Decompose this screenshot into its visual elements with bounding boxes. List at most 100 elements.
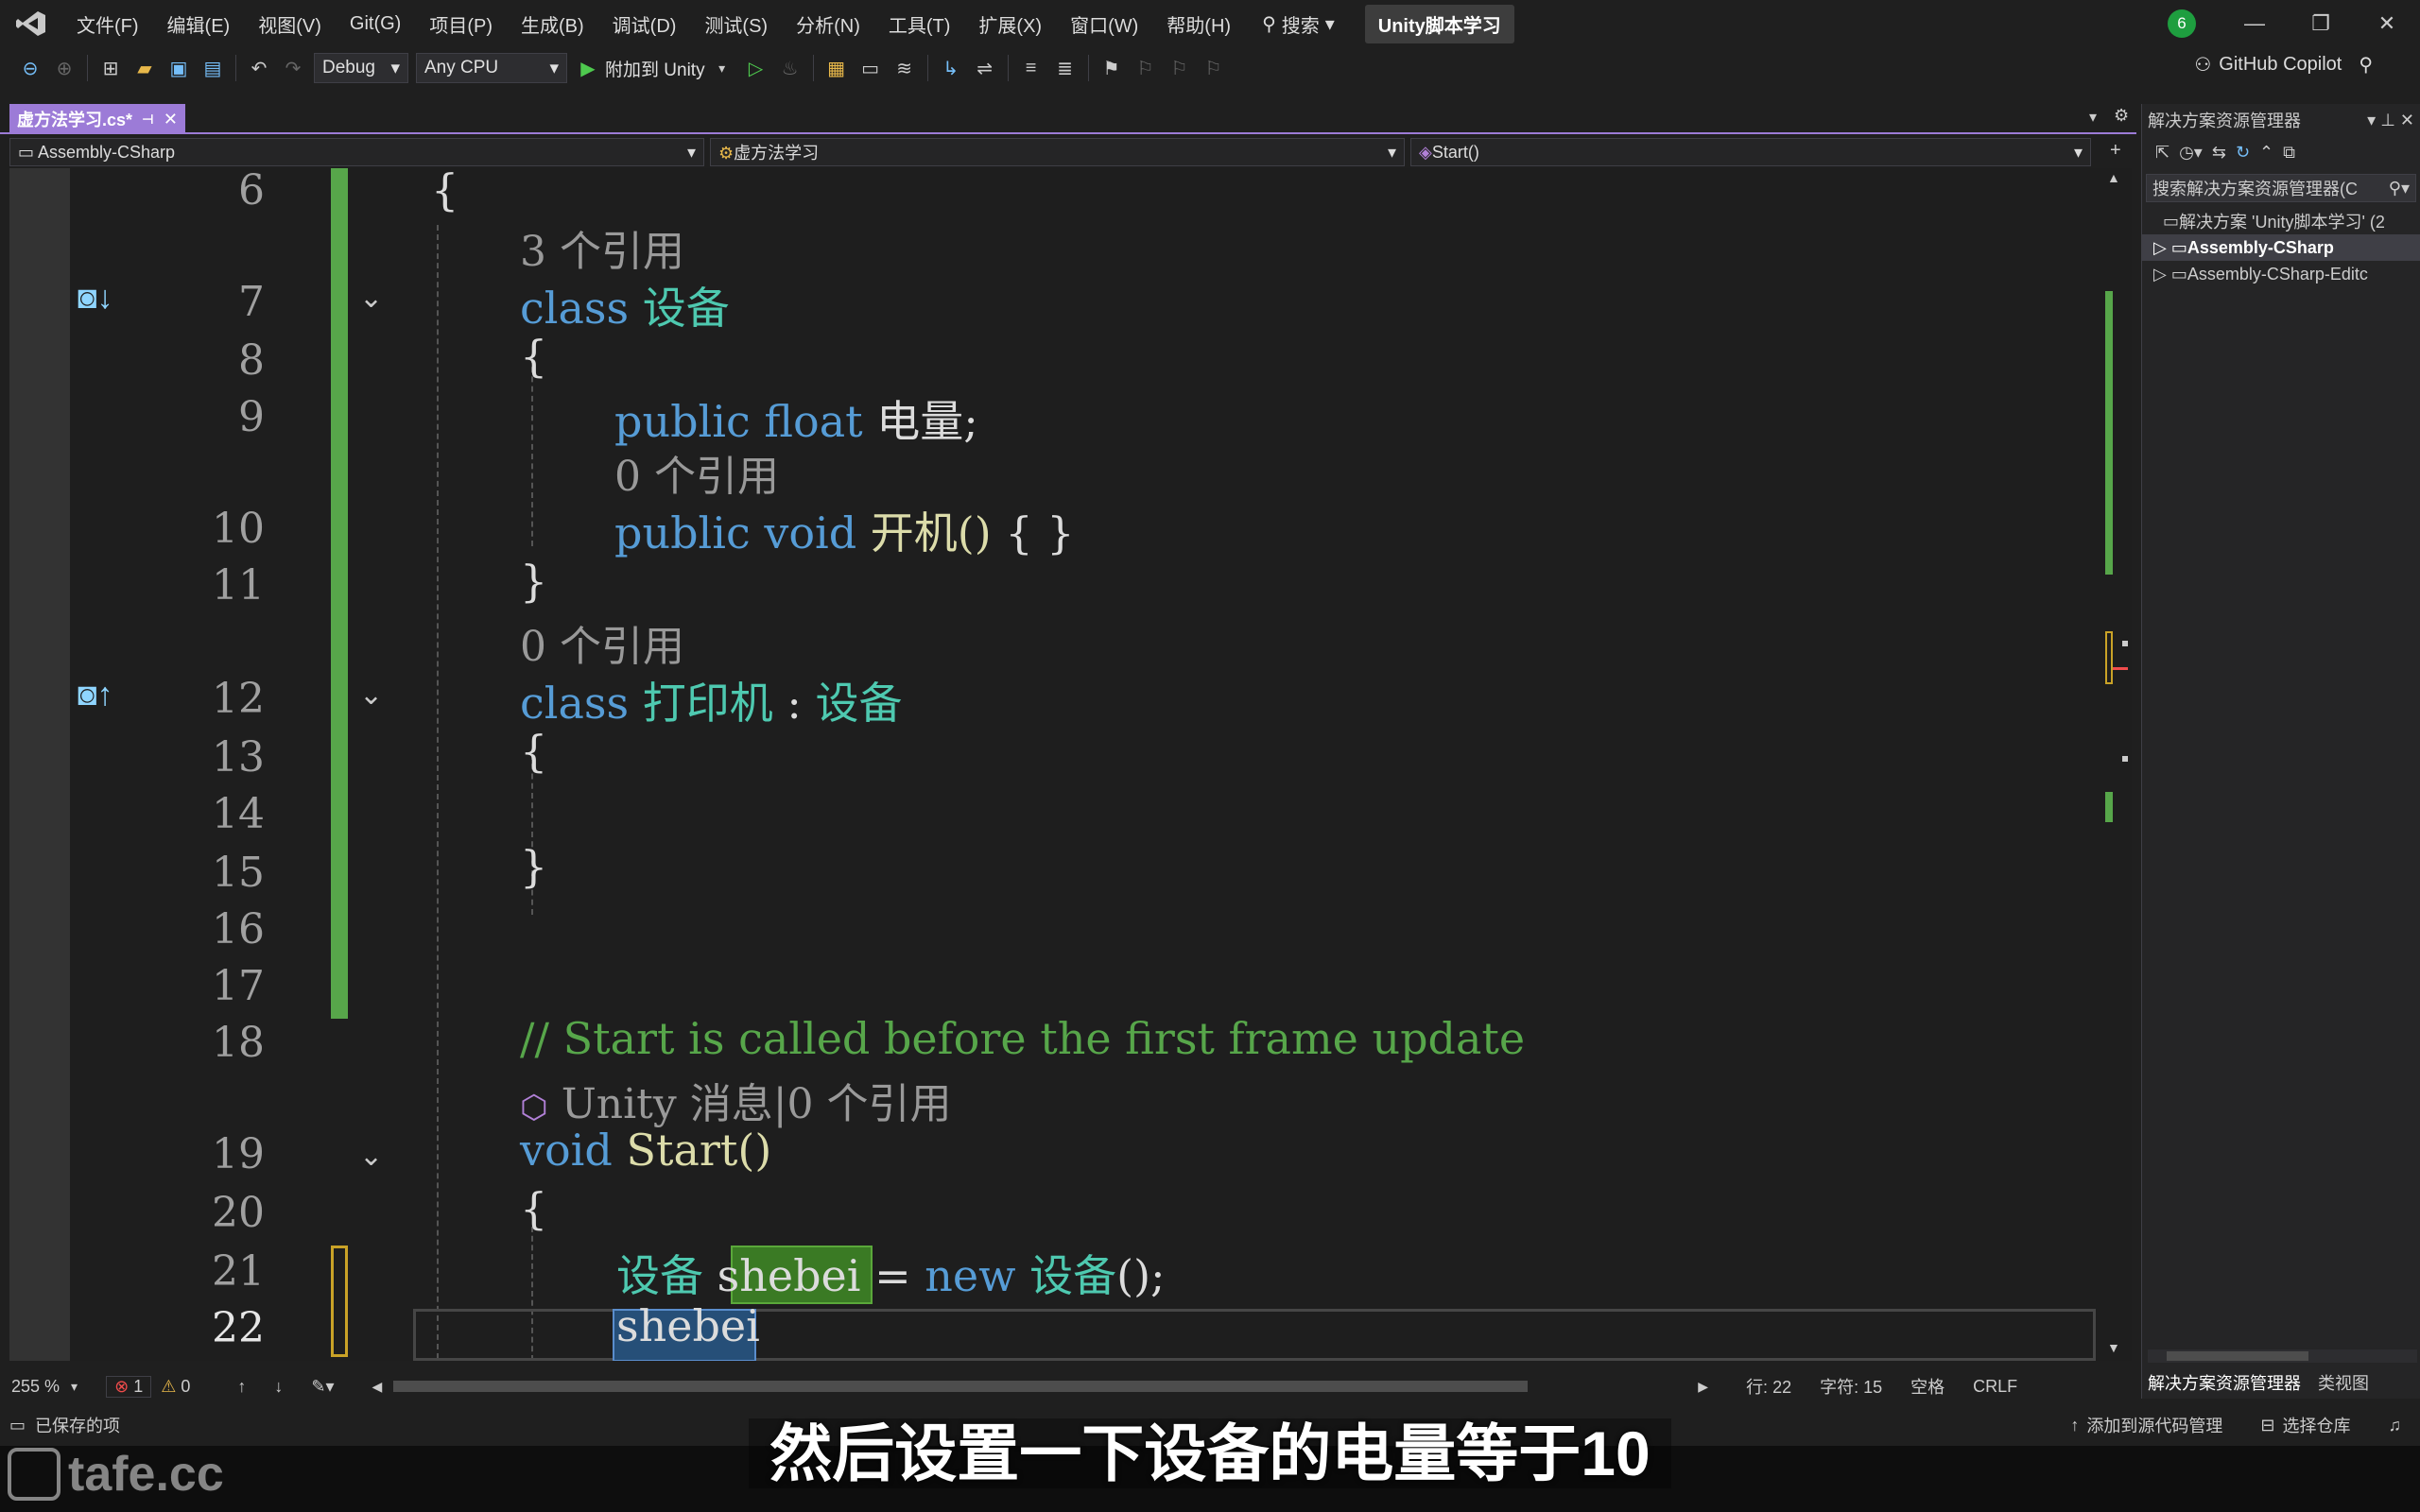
- chevron-down-icon[interactable]: ▾: [2367, 111, 2376, 129]
- warning-count[interactable]: ⚠ 0: [161, 1377, 190, 1397]
- tab-virtual-method[interactable]: 虚方法学习.cs* ⊣ ✕: [9, 104, 185, 134]
- save-icon[interactable]: ▣: [164, 53, 194, 83]
- expand-icon[interactable]: ▷: [2153, 265, 2167, 284]
- undo-icon[interactable]: ↶: [244, 53, 274, 83]
- vertical-scrollbar[interactable]: ▲ ▼: [2103, 168, 2132, 1361]
- scroll-right-icon[interactable]: ▶: [1698, 1379, 1708, 1395]
- tab-list-icon[interactable]: ▾: [2089, 108, 2097, 127]
- menu-tools[interactable]: 工具(T): [874, 10, 965, 38]
- forward-icon[interactable]: ⊕: [49, 53, 79, 83]
- step-into-icon[interactable]: ↳: [936, 53, 966, 83]
- platform-dropdown[interactable]: Any CPU ▾: [416, 53, 567, 83]
- tab-solution-explorer[interactable]: 解决方案资源管理器: [2148, 1370, 2301, 1395]
- indent-icon[interactable]: ≡: [1016, 53, 1046, 83]
- add-source-control-button[interactable]: 添加到源代码管理: [2086, 1413, 2222, 1437]
- config-dropdown[interactable]: Debug ▾: [314, 53, 408, 83]
- tab-class-view[interactable]: 类视图: [2318, 1370, 2369, 1395]
- clear-bookmarks-icon[interactable]: ⚐: [1199, 53, 1229, 83]
- collapse-chevron-icon[interactable]: ⌄: [359, 679, 383, 712]
- tree-item-project[interactable]: ▷ ▭ Assembly-CSharp-Editc: [2142, 261, 2420, 287]
- layout-icon[interactable]: ▭: [856, 53, 886, 83]
- github-copilot-button[interactable]: ⚇ GitHub Copilot ⚲: [2194, 53, 2373, 77]
- chevron-down-icon[interactable]: ▾: [71, 1379, 78, 1395]
- line-indicator[interactable]: 行: 22: [1746, 1374, 1791, 1399]
- scroll-down-icon[interactable]: ▼: [2107, 1340, 2120, 1355]
- member-dropdown[interactable]: ◈Start() ▾: [1410, 138, 2091, 166]
- save-all-icon[interactable]: ▤: [198, 53, 228, 83]
- char-indicator[interactable]: 字符: 15: [1820, 1374, 1882, 1399]
- horizontal-scrollbar[interactable]: [2148, 1349, 2417, 1363]
- pin-icon[interactable]: ⊥: [2380, 111, 2395, 129]
- show-all-files-icon[interactable]: ⧉: [2283, 143, 2295, 163]
- menu-extensions[interactable]: 扩展(X): [964, 10, 1056, 38]
- tree-item-solution[interactable]: ▭ 解决方案 'Unity脚本学习' (2: [2142, 208, 2420, 234]
- eol-indicator[interactable]: CRLF: [1973, 1377, 2017, 1397]
- menu-file[interactable]: 文件(F): [62, 10, 153, 38]
- menu-help[interactable]: 帮助(H): [1152, 10, 1245, 38]
- code-editor[interactable]: ◙↓ ◙↑ ⌄ ⌄ ⌄ 6 7 8 9 10 11 12 13 14 15 16…: [9, 168, 2103, 1361]
- search-button[interactable]: ⚲ 搜索 ▾: [1245, 10, 1352, 38]
- class-dropdown[interactable]: ⚙虚方法学习 ▾: [710, 138, 1405, 166]
- compare-icon[interactable]: ⇌: [970, 53, 1000, 83]
- tree-item-project[interactable]: ▷ ▭ Assembly-CSharp: [2142, 234, 2420, 261]
- error-count[interactable]: ⊗ 1: [106, 1375, 152, 1398]
- bell-icon[interactable]: ♫: [2389, 1416, 2402, 1435]
- menu-edit[interactable]: 编辑(E): [153, 10, 245, 38]
- menu-project[interactable]: 项目(P): [415, 10, 507, 38]
- close-icon[interactable]: ✕: [2354, 0, 2420, 47]
- menu-debug[interactable]: 调试(D): [598, 10, 691, 38]
- restore-icon[interactable]: ❐: [2288, 0, 2354, 47]
- format-icon[interactable]: ≋: [890, 53, 920, 83]
- history-icon[interactable]: ◷▾: [2179, 143, 2203, 163]
- hot-reload-icon[interactable]: ♨: [775, 53, 805, 83]
- split-editor-icon[interactable]: +: [2110, 140, 2121, 162]
- project-dropdown[interactable]: ▭ Assembly-CSharp ▾: [9, 138, 704, 166]
- switch-view-icon[interactable]: ⇆: [2212, 143, 2226, 163]
- menu-test[interactable]: 测试(S): [690, 10, 782, 38]
- codelens-references[interactable]: 0 个引用: [520, 612, 684, 673]
- sync-icon[interactable]: ⇱: [2155, 143, 2169, 163]
- start-without-debug-icon[interactable]: ▷: [741, 53, 771, 83]
- codelens-unity-message[interactable]: ⬡ Unity 消息|0 个引用: [520, 1070, 952, 1130]
- select-repo-button[interactable]: 选择仓库: [2283, 1413, 2351, 1437]
- back-icon[interactable]: ⊖: [15, 53, 45, 83]
- play-icon[interactable]: ▶: [573, 53, 603, 83]
- arrow-down-icon[interactable]: ↓: [274, 1377, 283, 1397]
- refresh-icon[interactable]: ↻: [2236, 143, 2250, 163]
- solution-search-input[interactable]: 搜索解决方案资源管理器(C ⚲▾: [2146, 174, 2416, 202]
- prev-bookmark-icon[interactable]: ⚐: [1131, 53, 1161, 83]
- code-cleanup-icon[interactable]: ✎▾: [311, 1377, 334, 1397]
- collapse-chevron-icon[interactable]: ⌄: [359, 1140, 383, 1173]
- arrow-up-icon[interactable]: ↑: [237, 1377, 246, 1397]
- menu-window[interactable]: 窗口(W): [1056, 10, 1152, 38]
- spacing-indicator[interactable]: 空格: [1910, 1374, 1945, 1399]
- gear-icon[interactable]: ⚙: [2114, 106, 2129, 126]
- redo-icon[interactable]: ↷: [278, 53, 308, 83]
- outdent-icon[interactable]: ≣: [1050, 53, 1080, 83]
- chevron-down-icon[interactable]: ▾: [707, 53, 737, 83]
- collapse-chevron-icon[interactable]: ⌄: [359, 282, 383, 315]
- close-icon[interactable]: ✕: [2400, 111, 2414, 129]
- collapse-all-icon[interactable]: ⌃: [2259, 143, 2273, 163]
- expand-icon[interactable]: ▷: [2153, 238, 2167, 258]
- codelens-references[interactable]: 3 个引用: [520, 217, 684, 278]
- new-project-icon[interactable]: ⊞: [95, 53, 126, 83]
- scroll-left-icon[interactable]: ◀: [372, 1379, 383, 1395]
- bookmark-icon[interactable]: ⚑: [1097, 53, 1127, 83]
- scrollbar-thumb[interactable]: [393, 1381, 1529, 1392]
- menu-view[interactable]: 视图(V): [244, 10, 336, 38]
- notification-badge[interactable]: 6: [2168, 9, 2196, 38]
- scrollbar-thumb[interactable]: [2167, 1351, 2308, 1361]
- menu-analyze[interactable]: 分析(N): [782, 10, 874, 38]
- browse-icon[interactable]: ▦: [821, 53, 852, 83]
- minimize-icon[interactable]: —: [2221, 0, 2288, 47]
- menu-git[interactable]: Git(G): [336, 13, 415, 35]
- next-bookmark-icon[interactable]: ⚐: [1165, 53, 1195, 83]
- close-icon[interactable]: ✕: [164, 110, 178, 129]
- codelens-references[interactable]: 0 个引用: [614, 442, 779, 503]
- horizontal-scrollbar[interactable]: [393, 1381, 1529, 1392]
- zoom-level[interactable]: 255 %: [11, 1377, 60, 1397]
- visual-studio-logo-icon[interactable]: [0, 0, 62, 47]
- scroll-up-icon[interactable]: ▲: [2107, 170, 2120, 185]
- menu-build[interactable]: 生成(B): [507, 10, 598, 38]
